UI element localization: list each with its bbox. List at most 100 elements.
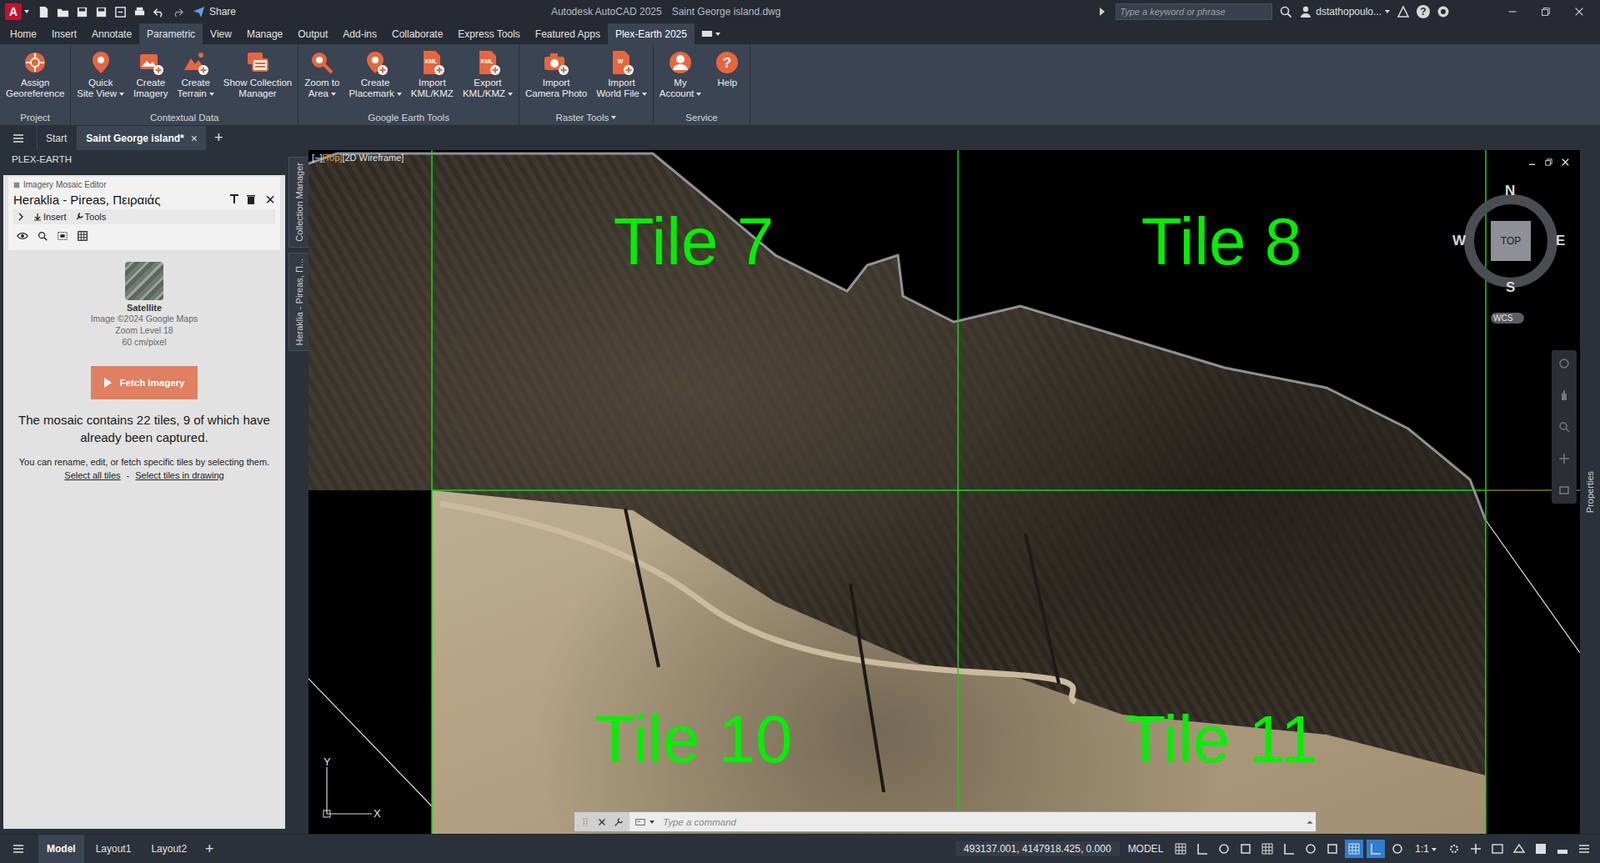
ribbon-button[interactable]: CreateTerrain: [173, 47, 219, 101]
imagery-source[interactable]: SatelliteImage ©2024 Google MapsZoom Lev…: [90, 261, 199, 348]
ribbon-tab[interactable]: Insert: [44, 23, 85, 45]
drafting-toggle[interactable]: [1323, 839, 1342, 858]
viewcube[interactable]: NESWTOP: [1452, 182, 1570, 300]
viewcube-face[interactable]: TOP: [1490, 220, 1531, 261]
tile-label[interactable]: Tile 7: [613, 208, 775, 276]
trash-icon[interactable]: [245, 193, 257, 206]
cloud-icon[interactable]: [1436, 5, 1450, 19]
new-layout-button[interactable]: +: [198, 840, 221, 858]
ribbon-button[interactable]: MyAccount: [655, 47, 707, 101]
ribbon-display-toggle[interactable]: [694, 23, 728, 45]
close-tab-button[interactable]: ×: [190, 131, 198, 146]
redo-icon[interactable]: [171, 5, 185, 19]
navigation-tool-icon[interactable]: [1557, 388, 1571, 402]
grip-icon[interactable]: [579, 816, 592, 828]
annotation-scale[interactable]: 1:1: [1409, 842, 1442, 855]
drafting-toggle[interactable]: [1193, 839, 1212, 858]
ribbon-button[interactable]: ?Help: [706, 47, 748, 91]
restore-icon[interactable]: [1539, 5, 1552, 18]
user-account-menu[interactable]: dstathopoulo...: [1299, 5, 1390, 19]
ribbon-tab[interactable]: Featured Apps: [527, 23, 608, 45]
fetch-imagery-button[interactable]: Fetch imagery: [90, 366, 198, 400]
open-icon[interactable]: [56, 5, 70, 19]
ribbon-button[interactable]: CreatePlacemark: [344, 47, 406, 101]
ribbon-button[interactable]: Show CollectionManager: [219, 47, 296, 101]
ribbon-button[interactable]: ImportCamera Photo: [521, 47, 592, 101]
file-tab[interactable]: Saint George island*×: [76, 125, 206, 151]
drafting-toggle[interactable]: [1388, 839, 1407, 858]
navigation-tool-icon[interactable]: [1557, 356, 1571, 371]
ribbon-tab[interactable]: Collaborate: [384, 23, 451, 45]
undo-icon[interactable]: [152, 5, 166, 19]
tile-label[interactable]: Tile 10: [594, 706, 793, 773]
ribbon-tab[interactable]: Home: [2, 23, 45, 45]
hamburger-menu-icon[interactable]: [11, 842, 26, 856]
select-tiles-link[interactable]: Select all tiles: [64, 470, 121, 481]
ribbon-button[interactable]: CreateImagery: [129, 47, 173, 101]
side-tab[interactable]: Collection Manager: [288, 156, 309, 248]
print-icon[interactable]: [133, 5, 146, 19]
layout-tab[interactable]: Layout2: [142, 834, 196, 863]
save-icon[interactable]: [75, 5, 89, 19]
coordinates-display[interactable]: 493137.001, 4147918.425, 0.000: [955, 841, 1120, 857]
ribbon-tab[interactable]: Plex-Earth 2025: [607, 23, 695, 45]
status-tool-icon[interactable]: [1447, 842, 1461, 856]
ucs-menu[interactable]: WCS: [1490, 312, 1525, 324]
ribbon-tab[interactable]: Manage: [239, 23, 291, 45]
rename-icon[interactable]: [228, 193, 241, 206]
hamburger-menu-icon[interactable]: [11, 131, 26, 146]
ribbon-tab[interactable]: Parametric: [139, 23, 203, 45]
drafting-toggle[interactable]: [1301, 839, 1320, 858]
save-icon[interactable]: [95, 5, 108, 19]
command-history-icon[interactable]: [1304, 816, 1316, 828]
drafting-toggle[interactable]: [1214, 839, 1234, 858]
expand-arrow-icon[interactable]: [1095, 5, 1109, 19]
search-icon[interactable]: [1278, 5, 1293, 19]
ribbon-button[interactable]: AssignGeoreference: [1, 47, 69, 101]
ribbon-tab[interactable]: Output: [290, 23, 336, 45]
drafting-toggle[interactable]: [1344, 839, 1364, 858]
command-input[interactable]: Type a command: [629, 816, 1305, 828]
magnifier-icon[interactable]: [36, 230, 49, 242]
drafting-toggle[interactable]: [1279, 839, 1299, 858]
ribbon-button[interactable]: QuickSite View: [72, 47, 129, 101]
ribbon-button[interactable]: WImportWorld File: [591, 47, 652, 101]
select-tiles-link[interactable]: Select tiles in drawing: [135, 470, 224, 481]
drafting-toggle[interactable]: [1236, 839, 1255, 858]
status-tool-icon[interactable]: [1577, 842, 1591, 856]
minimize-icon[interactable]: [1506, 5, 1519, 18]
drafting-toggle[interactable]: [1366, 839, 1385, 858]
editor-tool-button[interactable]: Tools: [75, 211, 107, 222]
close-icon[interactable]: [1560, 157, 1570, 167]
new-icon[interactable]: [37, 5, 51, 19]
close-button[interactable]: ×: [265, 191, 276, 207]
navigation-tool-icon[interactable]: [1557, 420, 1571, 434]
autodesk-app-icon[interactable]: [1396, 5, 1410, 19]
minimize-icon[interactable]: [1527, 157, 1537, 167]
status-tool-icon[interactable]: [1512, 842, 1526, 856]
chevron-right-icon[interactable]: [16, 212, 26, 221]
application-menu-button[interactable]: A: [5, 3, 30, 21]
close-icon[interactable]: [596, 816, 608, 828]
tile-label[interactable]: Tile 11: [1124, 706, 1318, 773]
restore-icon[interactable]: [1544, 157, 1554, 167]
ribbon-tab[interactable]: Add-ins: [335, 23, 385, 45]
share-button[interactable]: Share: [192, 5, 236, 19]
layout-tab[interactable]: Layout1: [87, 834, 141, 863]
tile-label[interactable]: Tile 8: [1141, 208, 1303, 276]
viewport-control[interactable]: [−]: [311, 152, 323, 163]
new-tab-button[interactable]: +: [207, 129, 231, 147]
ribbon-button[interactable]: Zoom toArea: [300, 47, 344, 101]
help-button[interactable]: ?: [1416, 5, 1430, 19]
status-tool-icon[interactable]: [1534, 842, 1548, 856]
web-icon[interactable]: [114, 5, 127, 19]
navigation-tool-icon[interactable]: [1557, 483, 1571, 497]
viewport-control[interactable]: [2D Wireframe]: [341, 152, 404, 163]
ribbon-tab[interactable]: Annotate: [84, 23, 140, 45]
select-tiles-icon[interactable]: [56, 230, 69, 242]
file-tab[interactable]: Start: [36, 125, 76, 151]
drafting-toggle[interactable]: [1171, 839, 1190, 858]
search-field[interactable]: Type a keyword or phrase: [1115, 3, 1273, 21]
grid-icon[interactable]: [76, 230, 89, 242]
side-tab[interactable]: Heraklia - Pireas, Π...: [288, 252, 309, 352]
